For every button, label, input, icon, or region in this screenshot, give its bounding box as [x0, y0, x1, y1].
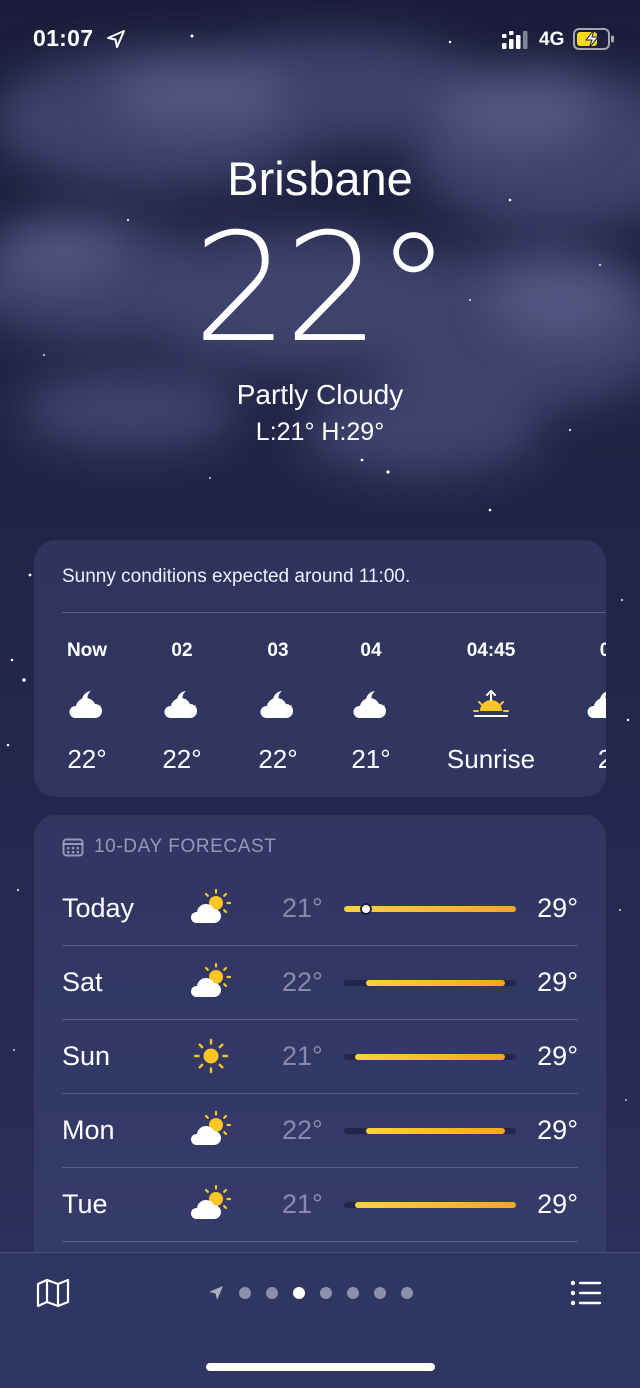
page-indicator[interactable] — [208, 1283, 413, 1303]
temperature-range-fill — [365, 980, 506, 986]
network-type: 4G — [539, 29, 565, 50]
battery-charging-icon — [573, 28, 614, 50]
hourly-summary: Sunny conditions expected around 11:00. — [62, 566, 411, 587]
forecast-day: Tue — [62, 1189, 108, 1219]
partly-sunny-icon — [190, 1184, 232, 1219]
current-weather: Brisbane 22° Partly Cloudy L:21° H:29° — [0, 150, 640, 448]
forecast-row[interactable]: Today 21° 29° — [62, 871, 578, 945]
forecast-row[interactable]: Tue 21° 29° — [62, 1167, 578, 1241]
partly-sunny-icon — [190, 888, 232, 923]
forecast-low: 21° — [282, 893, 323, 923]
sun-icon — [193, 1038, 229, 1074]
forecast-high: 29° — [537, 1189, 578, 1219]
current-temperature: 22° — [193, 202, 451, 376]
current-temperature-dot — [361, 905, 370, 913]
temperature-range-fill — [344, 906, 516, 912]
hour-label: 03 — [267, 640, 289, 661]
page-dot[interactable] — [374, 1287, 386, 1299]
forecast-low: 22° — [282, 967, 323, 997]
temperature-range-bar — [344, 980, 516, 986]
calendar-icon — [62, 838, 84, 857]
forecast-high: 29° — [537, 1041, 578, 1071]
ten-day-forecast-card[interactable]: 10-DAY FORECAST Today 21° 29° Sat 22° 29… — [34, 815, 606, 1275]
hour-label: Now — [66, 640, 108, 661]
hour-temperature: 22° — [258, 744, 298, 774]
partly-cloudy-night-icon — [555, 674, 606, 734]
partly-cloudy-night-icon — [228, 674, 328, 734]
forecast-high: 29° — [537, 967, 578, 997]
hour-label: 04 — [360, 640, 382, 661]
hourly-item: 03 22° — [228, 640, 328, 775]
forecast-day: Today — [62, 893, 135, 923]
temperature-range-fill — [354, 1202, 516, 1208]
hour-temperature: 21° — [351, 744, 391, 774]
page-dot[interactable] — [239, 1287, 251, 1299]
partly-cloudy-night-icon — [132, 674, 232, 734]
forecast-header-label: 10-DAY FORECAST — [94, 836, 277, 857]
page-dot[interactable] — [401, 1287, 413, 1299]
forecast-row[interactable]: Sun 21° 29° — [62, 1019, 578, 1093]
hour-temperature: 2 — [597, 744, 606, 774]
location-arrow-icon — [107, 30, 125, 48]
partly-cloudy-night-icon — [37, 674, 137, 734]
temperature-range-bar — [344, 1054, 516, 1060]
signal-strength-icon — [502, 31, 528, 49]
forecast-low: 21° — [282, 1041, 323, 1071]
status-bar: 01:07 4G — [0, 0, 640, 80]
temperature-range-fill — [354, 1054, 506, 1060]
forecast-day: Sun — [62, 1041, 111, 1071]
low-high-temperature: L:21° H:29° — [255, 418, 385, 446]
hourly-forecast-card[interactable]: Sunny conditions expected around 11:00. … — [34, 540, 606, 797]
weather-condition: Partly Cloudy — [236, 379, 404, 410]
list-icon[interactable] — [570, 1280, 602, 1306]
temperature-range-bar — [344, 905, 516, 913]
hourly-item: Now 22° — [37, 640, 137, 775]
divider — [62, 1241, 578, 1242]
hourly-item: 04:45 Sunrise — [421, 640, 561, 775]
partly-sunny-icon — [190, 1110, 232, 1145]
hourly-item: 02 22° — [132, 640, 232, 775]
location-arrow-icon — [209, 1286, 223, 1300]
forecast-day: Sat — [62, 967, 103, 997]
forecast-low: 22° — [282, 1115, 323, 1145]
hour-temperature: 22° — [162, 744, 202, 774]
sunrise-icon — [421, 674, 561, 734]
city-name: Brisbane — [227, 152, 413, 205]
status-time: 01:07 — [33, 25, 94, 51]
hour-temperature: Sunrise — [446, 744, 536, 774]
partly-cloudy-night-icon — [321, 674, 421, 734]
forecast-row[interactable]: Mon 22° 29° — [62, 1093, 578, 1167]
divider — [62, 612, 606, 613]
page-dot[interactable] — [347, 1287, 359, 1299]
hour-temperature: 22° — [67, 744, 107, 774]
forecast-low: 21° — [282, 1189, 323, 1219]
page-dot[interactable] — [320, 1287, 332, 1299]
temperature-range-bar — [344, 1202, 516, 1208]
hourly-item: 0 2 — [555, 640, 606, 775]
map-icon[interactable] — [36, 1278, 70, 1308]
temperature-range-bar — [344, 1128, 516, 1134]
temperature-range-fill — [365, 1128, 506, 1134]
partly-sunny-icon — [190, 962, 232, 997]
hour-label: 04:45 — [466, 640, 516, 661]
forecast-day: Mon — [62, 1115, 115, 1145]
forecast-header: 10-DAY FORECAST — [62, 835, 277, 859]
hourly-item: 04 21° — [321, 640, 421, 775]
home-indicator[interactable] — [206, 1363, 435, 1371]
page-dot-active[interactable] — [293, 1287, 305, 1299]
hour-label: 0 — [599, 640, 606, 661]
forecast-high: 29° — [537, 893, 578, 923]
hour-label: 02 — [171, 640, 193, 661]
forecast-high: 29° — [537, 1115, 578, 1145]
page-dot[interactable] — [266, 1287, 278, 1299]
forecast-row[interactable]: Sat 22° 29° — [62, 945, 578, 1019]
